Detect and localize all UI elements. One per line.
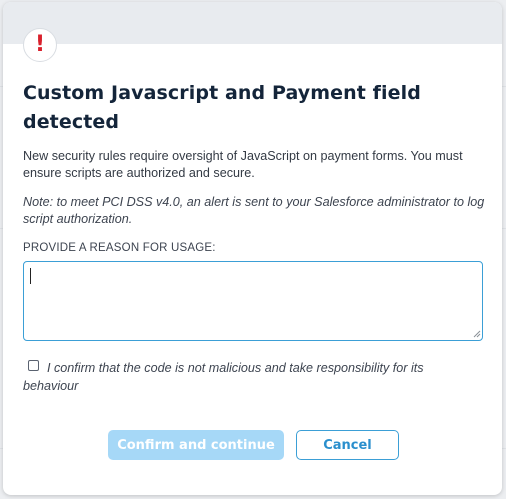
modal-header [3,2,502,44]
exclamation-icon: ! [34,32,46,57]
reason-textarea[interactable] [23,261,483,341]
cancel-button[interactable]: Cancel [296,430,399,460]
text-caret [30,268,31,284]
confirm-continue-button[interactable]: Confirm and continue [108,430,284,460]
confirm-label: I confirm that the code is not malicious… [23,361,424,393]
resize-grip-icon[interactable] [473,330,481,338]
confirm-checkbox[interactable] [28,360,39,371]
modal-title: Custom Javascript and Payment field dete… [23,82,421,133]
modal-description: New security rules require oversight of … [23,149,463,180]
security-alert-modal: ! Custom Javascript and Payment field de… [3,2,502,495]
alert-badge: ! [23,28,57,62]
reason-label: PROVIDE A REASON FOR USAGE: [23,242,216,254]
pci-note: Note: to meet PCI DSS v4.0, an alert is … [23,195,485,226]
